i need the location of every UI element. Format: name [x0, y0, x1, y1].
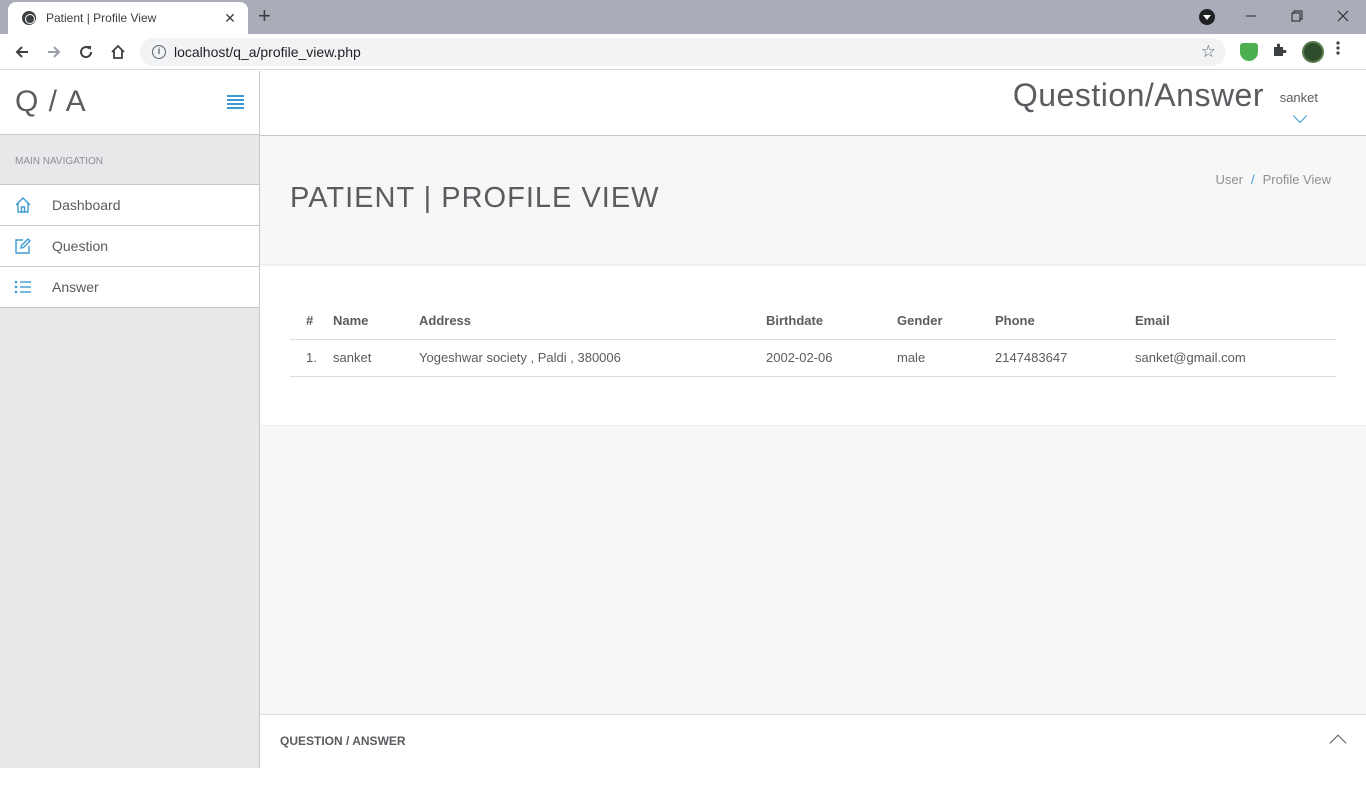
- sidebar-item-question[interactable]: Question: [0, 226, 259, 267]
- browser-tab-strip: Patient | Profile View ✕ +: [0, 0, 1366, 34]
- table-cell: sanket: [325, 339, 411, 377]
- info-icon[interactable]: i: [152, 45, 166, 59]
- home-icon: [14, 196, 32, 214]
- column-header: Address: [411, 303, 758, 340]
- table-cell: 2002-02-06: [758, 339, 889, 377]
- profile-avatar[interactable]: [1302, 41, 1324, 63]
- forward-icon[interactable]: [42, 40, 66, 64]
- sidebar-item-label: Dashboard: [52, 197, 121, 213]
- table-cell: 1.: [290, 339, 325, 377]
- edit-icon: [14, 237, 32, 255]
- minimize-icon[interactable]: [1228, 0, 1274, 32]
- column-header: Name: [325, 303, 411, 340]
- chevron-down-icon[interactable]: [1292, 108, 1308, 124]
- tab-close-icon[interactable]: ✕: [222, 10, 238, 27]
- shield-extension-icon[interactable]: [1240, 43, 1258, 61]
- chevron-up-icon[interactable]: [1329, 734, 1347, 752]
- list-icon: [14, 278, 32, 296]
- column-header: Phone: [987, 303, 1127, 340]
- breadcrumb-separator: /: [1250, 172, 1255, 187]
- home-browser-icon[interactable]: [106, 40, 130, 64]
- brand: Q / A: [0, 71, 259, 135]
- address-bar[interactable]: i localhost/q_a/profile_view.php ☆: [140, 38, 1226, 66]
- profile-table: # Name Address Birthdate Gender Phone Em…: [290, 303, 1336, 377]
- sidebar: Q / A MAIN NAVIGATION Dashboard Question…: [0, 71, 260, 768]
- footer-text: QUESTION / ANSWER: [280, 734, 406, 748]
- hamburger-menu-icon[interactable]: [227, 95, 244, 109]
- extensions-puzzle-icon[interactable]: [1271, 42, 1289, 60]
- bottom-strip: [0, 768, 1366, 786]
- table-header-row: # Name Address Birthdate Gender Phone Em…: [290, 303, 1336, 340]
- app-logo[interactable]: Q / A: [15, 85, 87, 119]
- reload-icon[interactable]: [74, 40, 98, 64]
- page-title: PATIENT | PROFILE VIEW: [290, 182, 660, 214]
- main-content: PATIENT | PROFILE VIEW User / Profile View…: [260, 136, 1366, 714]
- table-cell: 2147483647: [987, 339, 1127, 377]
- top-navbar: Question/Answer sanket: [260, 71, 1366, 136]
- restore-icon[interactable]: [1274, 0, 1320, 32]
- globe-icon: [22, 11, 36, 25]
- tab-search-icon[interactable]: [1199, 9, 1215, 25]
- table-cell: male: [889, 339, 987, 377]
- sidebar-item-label: Answer: [52, 279, 99, 295]
- sidebar-item-label: Question: [52, 238, 109, 254]
- app-title: Question/Answer: [1012, 77, 1264, 113]
- sidebar-item-answer[interactable]: Answer: [0, 267, 259, 308]
- back-icon[interactable]: [10, 40, 34, 64]
- footer: QUESTION / ANSWER: [260, 714, 1366, 768]
- new-tab-icon[interactable]: +: [258, 5, 271, 27]
- url-text: localhost/q_a/profile_view.php: [174, 44, 361, 60]
- window-close-icon[interactable]: [1320, 0, 1366, 32]
- breadcrumb-current: Profile View: [1262, 172, 1331, 187]
- sidebar-item-dashboard[interactable]: Dashboard: [0, 185, 259, 226]
- column-header: Gender: [889, 303, 987, 340]
- browser-toolbar: i localhost/q_a/profile_view.php ☆: [0, 34, 1366, 70]
- table-cell: sanket@gmail.com: [1127, 339, 1336, 377]
- profile-panel: # Name Address Birthdate Gender Phone Em…: [260, 266, 1366, 426]
- column-header: #: [290, 303, 325, 340]
- breadcrumb: User / Profile View: [1216, 172, 1331, 187]
- bookmark-star-icon[interactable]: ☆: [1201, 42, 1216, 62]
- page-header: PATIENT | PROFILE VIEW User / Profile View: [260, 136, 1366, 265]
- column-header: Email: [1127, 303, 1336, 340]
- breadcrumb-user[interactable]: User: [1216, 172, 1243, 187]
- nav-heading: MAIN NAVIGATION: [0, 135, 259, 185]
- table-cell: Yogeshwar society , Paldi , 380006: [411, 339, 758, 377]
- table-row: 1. sanket Yogeshwar society , Paldi , 38…: [290, 339, 1336, 377]
- column-header: Birthdate: [758, 303, 889, 340]
- browser-tab[interactable]: Patient | Profile View ✕: [8, 2, 248, 34]
- browser-menu-icon[interactable]: [1336, 40, 1354, 58]
- user-menu[interactable]: sanket: [1280, 90, 1318, 105]
- tab-title: Patient | Profile View: [46, 11, 157, 25]
